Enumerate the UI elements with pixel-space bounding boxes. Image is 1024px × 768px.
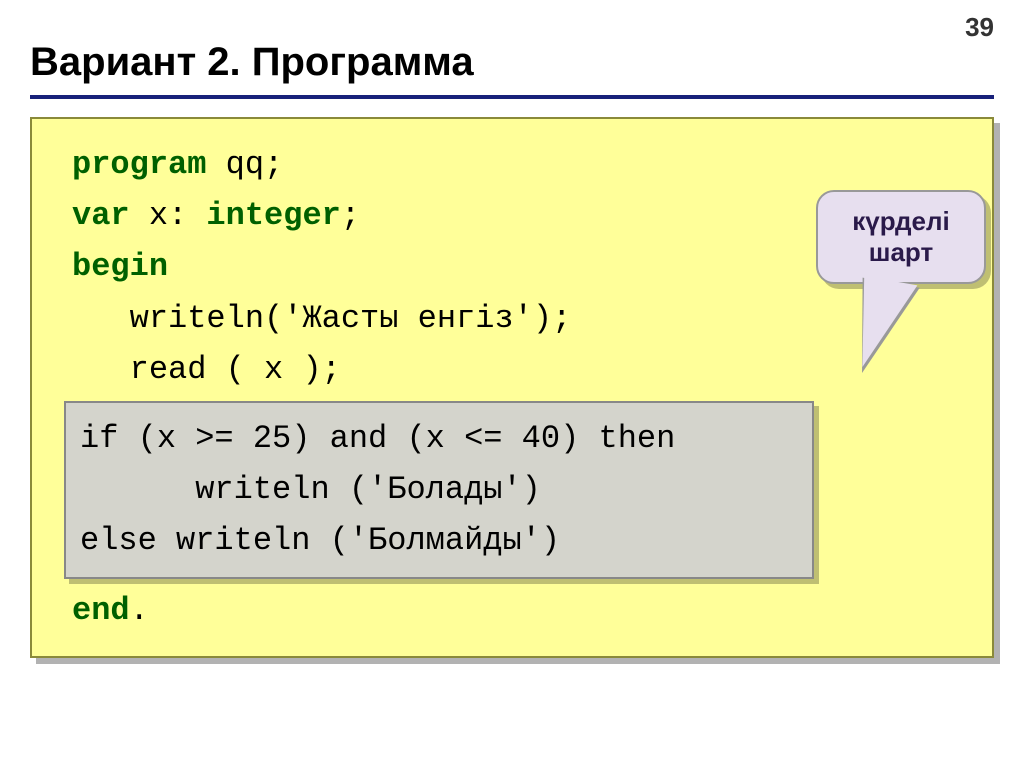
- code-text: x:: [130, 197, 207, 234]
- code-line: if (x >= 25) and (x <= 40) then: [80, 413, 798, 464]
- keyword-begin: begin: [72, 248, 168, 285]
- callout-label: күрделі шарт: [816, 190, 986, 284]
- page-number: 39: [965, 12, 994, 43]
- code-line: writeln('Жасты енгіз');: [72, 293, 982, 344]
- keyword-var: var: [72, 197, 130, 234]
- code-text: ;: [341, 197, 360, 234]
- callout-text-line1: күрделі: [852, 206, 949, 236]
- slide-title: Вариант 2. Программа: [30, 40, 994, 85]
- slide: 39 Вариант 2. Программа program qq; var …: [0, 0, 1024, 768]
- code-line: program qq;: [72, 139, 982, 190]
- code-text: .: [130, 592, 149, 629]
- code-line: else writeln ('Болмайды'): [80, 515, 798, 566]
- callout-text-line2: шарт: [869, 237, 933, 267]
- code-line: end.: [72, 585, 982, 636]
- title-rule: [30, 95, 994, 99]
- code-line: writeln ('Болады'): [80, 464, 798, 515]
- keyword-end: end: [72, 592, 130, 629]
- keyword-integer: integer: [206, 197, 340, 234]
- code-text: qq;: [206, 146, 283, 183]
- highlighted-block: if (x >= 25) and (x <= 40) then writeln …: [64, 401, 814, 579]
- keyword-program: program: [72, 146, 206, 183]
